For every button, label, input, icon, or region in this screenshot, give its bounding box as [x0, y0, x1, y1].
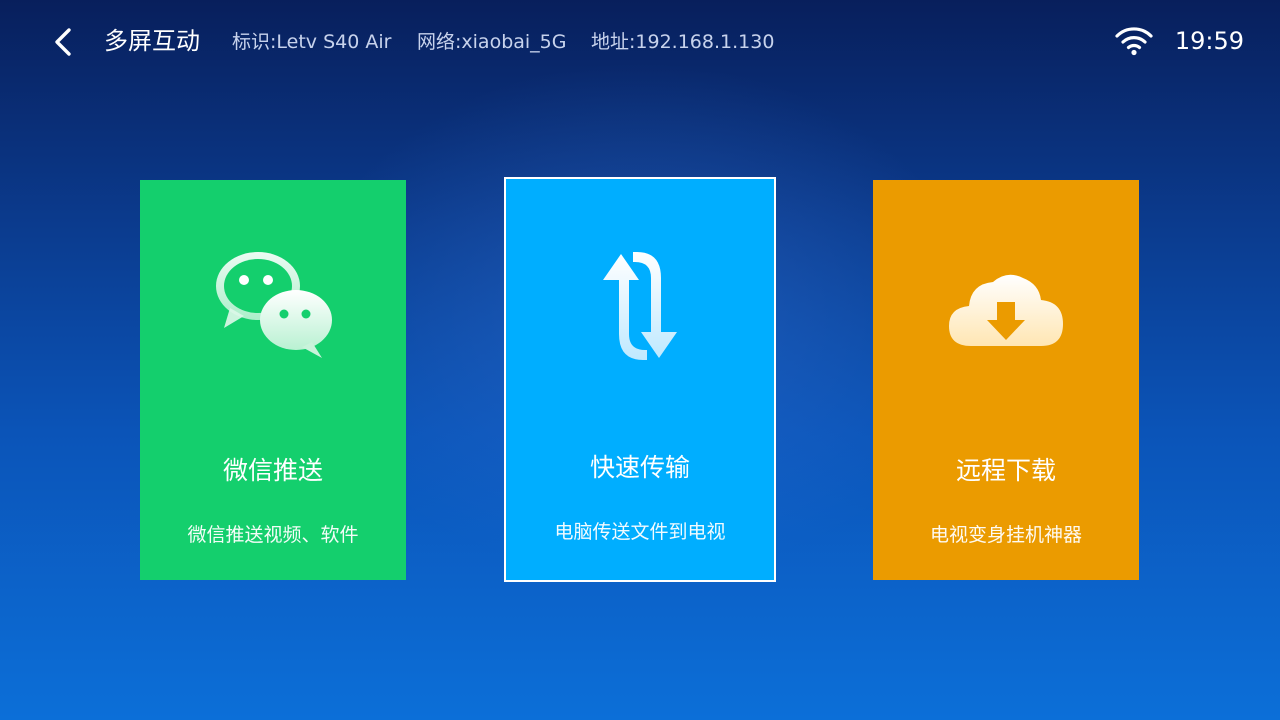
clock: 19:59: [1174, 27, 1244, 55]
network-label: 网络:xiaobai_5G: [417, 31, 567, 53]
card-description: 电脑传送文件到电视: [554, 521, 726, 543]
top-bar: 多屏互动 标识:Letv S40 Air 网络:xiaobai_5G 地址:19…: [0, 0, 1280, 82]
card-title: 快速传输: [589, 453, 690, 482]
card-title: 远程下载: [955, 456, 1056, 485]
card-description: 电视变身挂机神器: [929, 524, 1082, 546]
ip-address-label: 地址:192.168.1.130: [591, 31, 775, 53]
cloud-download-icon: [941, 250, 1071, 370]
card-description: 微信推送视频、软件: [187, 524, 359, 546]
remote-download-card[interactable]: 远程下载 电视变身挂机神器: [873, 180, 1139, 580]
wechat-icon: [208, 250, 338, 370]
page-title: 多屏互动: [104, 27, 200, 55]
chevron-left-icon: [55, 28, 71, 56]
device-id-label: 标识:Letv S40 Air: [232, 31, 392, 53]
sync-arrows-icon: [575, 246, 705, 366]
wifi-icon: [1114, 24, 1154, 58]
wechat-push-card[interactable]: 微信推送 微信推送视频、软件: [140, 180, 406, 580]
fast-transfer-card[interactable]: 快速传输 电脑传送文件到电视: [504, 177, 776, 582]
card-title: 微信推送: [222, 456, 323, 485]
back-button[interactable]: [44, 22, 84, 62]
